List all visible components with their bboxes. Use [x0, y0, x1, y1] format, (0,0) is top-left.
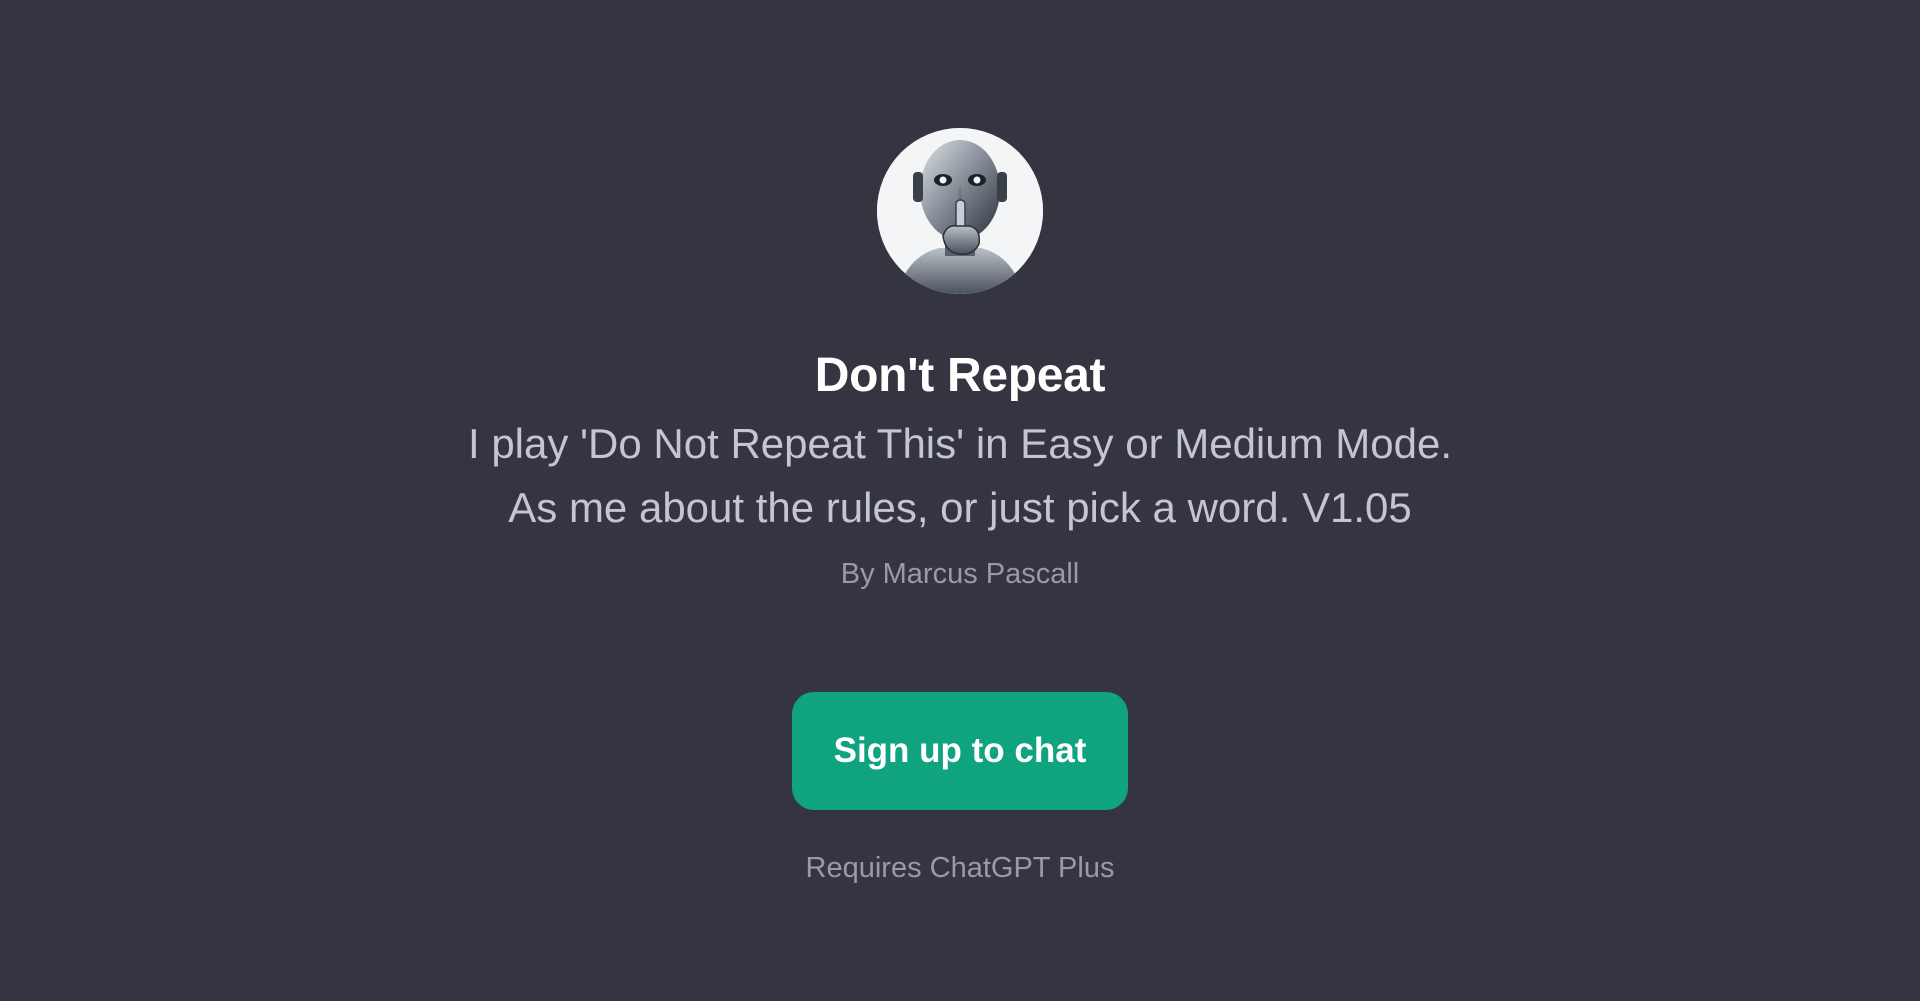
plan-requirement-note: Requires ChatGPT Plus: [805, 852, 1115, 884]
gpt-author: By Marcus Pascall: [840, 558, 1080, 590]
gpt-title: Don't Repeat: [814, 349, 1106, 402]
robot-shush-avatar-icon: [877, 128, 1043, 294]
sign-up-button[interactable]: Sign up to chat: [792, 692, 1128, 810]
gpt-landing-page: Don't Repeat I play 'Do Not Repeat This'…: [0, 0, 1920, 1001]
gpt-avatar: [877, 128, 1043, 294]
gpt-description: I play 'Do Not Repeat This' in Easy or M…: [467, 420, 1453, 531]
